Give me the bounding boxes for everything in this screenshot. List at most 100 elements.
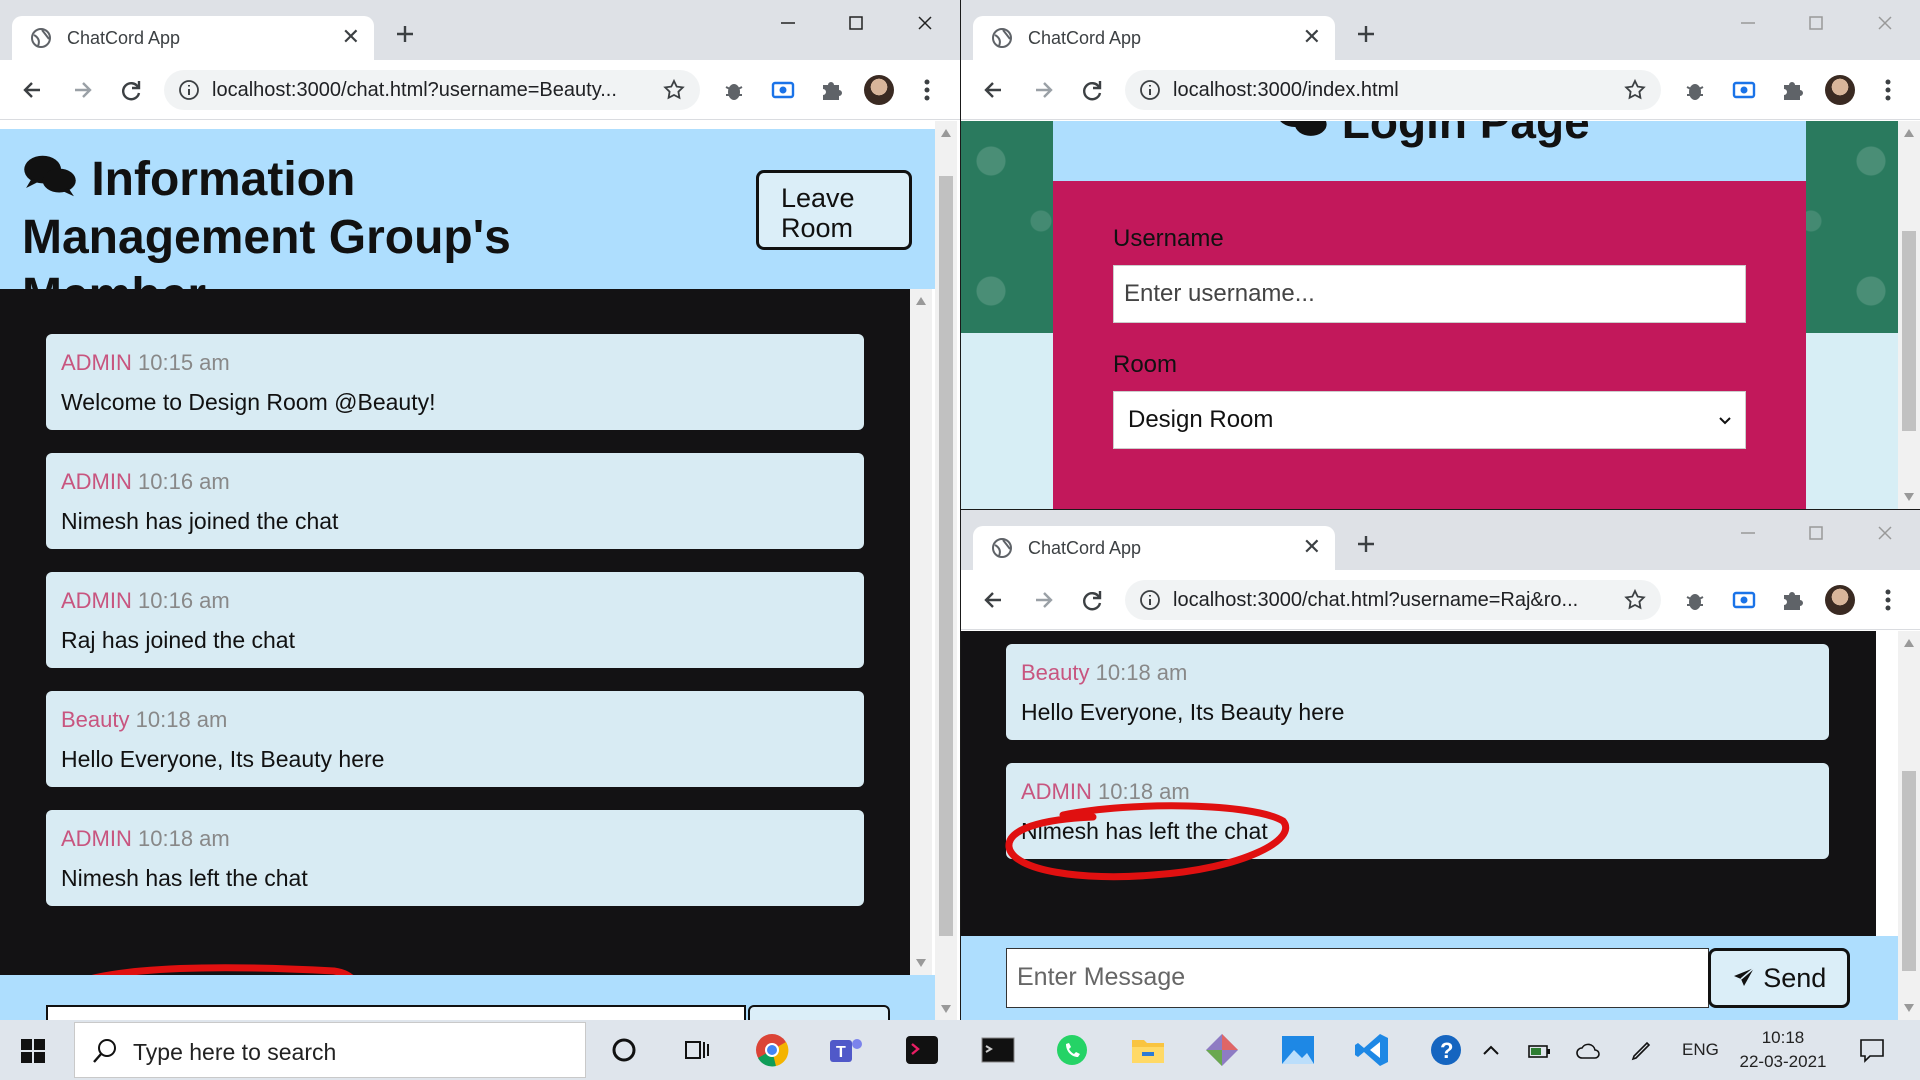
send-button[interactable]: Send xyxy=(1708,948,1850,1008)
svg-text:T: T xyxy=(836,1044,846,1061)
message-item: Beauty 10:18 am Hello Everyone, Its Beau… xyxy=(1006,644,1829,740)
close-tab-icon[interactable]: ✕ xyxy=(1303,24,1321,50)
minimize-icon[interactable] xyxy=(1735,10,1761,36)
info-icon[interactable] xyxy=(1139,79,1161,101)
menu-kebab-icon[interactable] xyxy=(1873,75,1903,105)
extensions-puzzle-icon[interactable] xyxy=(816,75,846,105)
file-explorer-icon[interactable] xyxy=(1128,1030,1168,1070)
back-icon[interactable] xyxy=(979,75,1009,105)
close-window-icon[interactable] xyxy=(912,10,938,36)
message-time: 10:18 am xyxy=(138,826,230,851)
page-scrollbar[interactable] xyxy=(1898,121,1920,509)
message-item: ADMIN 10:18 am Nimesh has left the chat xyxy=(1006,763,1829,859)
bookmark-star-icon[interactable] xyxy=(1623,588,1647,612)
info-icon[interactable] xyxy=(178,79,200,101)
maximize-icon[interactable] xyxy=(1803,10,1829,36)
whatsapp-icon[interactable] xyxy=(1052,1030,1092,1070)
raj-browser-window: ChatCord App ✕ localhost:3000/chat.html?… xyxy=(961,510,1920,1020)
teams-icon[interactable]: T xyxy=(826,1030,866,1070)
screen-capture-extension-icon[interactable] xyxy=(1729,75,1759,105)
vscode-icon[interactable] xyxy=(1352,1030,1392,1070)
bookmark-star-icon[interactable] xyxy=(662,78,686,102)
close-tab-icon[interactable]: ✕ xyxy=(1303,534,1321,560)
page-scrollbar[interactable] xyxy=(935,121,957,1020)
login-card-header: Login Page xyxy=(1053,121,1806,181)
help-icon[interactable]: ? xyxy=(1426,1030,1466,1070)
maps-diamond-icon[interactable] xyxy=(1202,1030,1242,1070)
url-text: localhost:3000/index.html xyxy=(1173,79,1399,101)
profile-avatar[interactable] xyxy=(1825,585,1855,615)
info-icon[interactable] xyxy=(1139,589,1161,611)
address-bar[interactable]: localhost:3000/chat.html?username=Raj&ro… xyxy=(1125,580,1661,620)
page-scrollbar[interactable] xyxy=(1898,631,1920,1020)
pen-icon[interactable] xyxy=(1628,1038,1654,1064)
new-tab-icon[interactable] xyxy=(1354,532,1378,556)
cloud-sync-icon[interactable] xyxy=(1575,1038,1601,1064)
forward-icon[interactable] xyxy=(1028,585,1058,615)
minimize-icon[interactable] xyxy=(1735,520,1761,546)
battery-icon[interactable] xyxy=(1527,1038,1553,1064)
bug-extension-icon[interactable] xyxy=(719,75,749,105)
message-input-partial[interactable] xyxy=(46,1005,746,1020)
menu-kebab-icon[interactable] xyxy=(1873,585,1903,615)
comments-icon xyxy=(24,155,76,197)
cortana-icon[interactable] xyxy=(604,1030,644,1070)
minimize-icon[interactable] xyxy=(775,10,801,36)
back-icon[interactable] xyxy=(979,585,1009,615)
chevron-up-icon[interactable] xyxy=(1478,1038,1504,1064)
notification-icon[interactable] xyxy=(1858,1036,1886,1064)
browser-tab[interactable]: ChatCord App ✕ xyxy=(12,16,374,60)
new-tab-icon[interactable] xyxy=(393,22,417,46)
chrome-icon[interactable] xyxy=(752,1030,792,1070)
message-input[interactable]: Enter Message xyxy=(1006,948,1709,1008)
profile-avatar[interactable] xyxy=(1825,75,1855,105)
command-prompt-icon[interactable] xyxy=(978,1030,1018,1070)
new-tab-icon[interactable] xyxy=(1354,22,1378,46)
bookmark-star-icon[interactable] xyxy=(1623,78,1647,102)
browser-tab[interactable]: ChatCord App ✕ xyxy=(973,526,1335,570)
chat-header: Information Management Group's Member Le… xyxy=(0,129,935,322)
screen-capture-extension-icon[interactable] xyxy=(768,75,798,105)
screen-capture-extension-icon[interactable] xyxy=(1729,585,1759,615)
room-select[interactable]: Design Room xyxy=(1113,391,1746,449)
message-item: ADMIN 10:18 am Nimesh has left the chat xyxy=(46,810,864,906)
address-bar[interactable]: localhost:3000/index.html xyxy=(1125,70,1661,110)
close-tab-icon[interactable]: ✕ xyxy=(342,24,360,50)
windows-taskbar: Type here to search T ? ENG 10:18 22-03-… xyxy=(0,1020,1920,1080)
close-window-icon[interactable] xyxy=(1872,520,1898,546)
username-input[interactable]: Enter username... xyxy=(1113,265,1746,323)
login-title: Login Page xyxy=(1275,121,1590,149)
taskbar-search-box[interactable]: Type here to search xyxy=(74,1022,586,1078)
leave-room-button[interactable]: Leave Room xyxy=(756,170,912,250)
maximize-icon[interactable] xyxy=(1803,520,1829,546)
message-scrollbar[interactable] xyxy=(910,289,932,975)
message-time: 10:18 am xyxy=(135,707,228,732)
forward-icon[interactable] xyxy=(67,75,97,105)
login-form: Username Enter username... Room Design R… xyxy=(1053,181,1806,509)
message-item: ADMIN 10:15 am Welcome to Design Room @B… xyxy=(46,334,864,430)
task-view-icon[interactable] xyxy=(676,1030,716,1070)
language-indicator[interactable]: ENG xyxy=(1682,1040,1719,1060)
system-clock[interactable]: 10:18 22-03-2021 xyxy=(1738,1026,1828,1074)
reload-icon[interactable] xyxy=(1077,585,1107,615)
maximize-icon[interactable] xyxy=(843,10,869,36)
reload-icon[interactable] xyxy=(1077,75,1107,105)
forward-icon[interactable] xyxy=(1028,75,1058,105)
address-bar[interactable]: localhost:3000/chat.html?username=Beauty… xyxy=(164,70,700,110)
message-item: ADMIN 10:16 am Nimesh has joined the cha… xyxy=(46,453,864,549)
extensions-puzzle-icon[interactable] xyxy=(1777,75,1807,105)
bug-extension-icon[interactable] xyxy=(1680,75,1710,105)
close-window-icon[interactable] xyxy=(1872,10,1898,36)
reload-icon[interactable] xyxy=(116,75,146,105)
browser-tab[interactable]: ChatCord App ✕ xyxy=(973,16,1335,60)
windows-start-icon[interactable] xyxy=(20,1038,46,1064)
message-time: 10:18 am xyxy=(1098,779,1190,804)
send-button-partial[interactable] xyxy=(748,1005,890,1020)
back-icon[interactable] xyxy=(18,75,48,105)
menu-kebab-icon[interactable] xyxy=(912,75,942,105)
terminal-icon[interactable] xyxy=(902,1030,942,1070)
profile-avatar[interactable] xyxy=(864,75,894,105)
bug-extension-icon[interactable] xyxy=(1680,585,1710,615)
extensions-puzzle-icon[interactable] xyxy=(1777,585,1807,615)
photos-icon[interactable] xyxy=(1278,1030,1318,1070)
